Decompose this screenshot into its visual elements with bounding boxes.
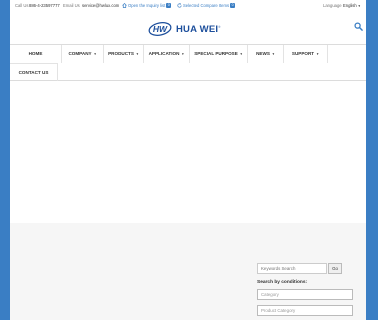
nav-label-special-purpose: SPECIAL PURPOSE — [194, 51, 238, 56]
chevron-down-icon: ▼ — [316, 52, 320, 56]
hua-wei-logo-mark: HW — [148, 22, 172, 36]
logo-mark-text: HW — [153, 24, 168, 34]
chevron-down-icon: ▼ — [181, 52, 185, 56]
email-address[interactable]: service@hwlux.com — [82, 0, 119, 12]
chevron-down-icon: ▼ — [357, 4, 361, 8]
call-us-label: Call Us — [15, 3, 29, 8]
category-select[interactable]: Category — [257, 289, 353, 300]
inquiry-home-icon — [122, 3, 127, 9]
chevron-down-icon: ▼ — [135, 52, 139, 56]
nav-label-company: COMPANY — [68, 51, 92, 56]
top-bar: Call Us 886-4-23597777 Email Us service@… — [10, 0, 366, 12]
search-by-conditions-label: Search by conditions: — [257, 280, 308, 285]
page-container: Call Us 886-4-23597777 Email Us service@… — [10, 0, 366, 320]
nav-label-products: PRODUCTS — [108, 51, 134, 56]
compare-items-link[interactable]: Selected Compare Items 0 — [177, 0, 236, 12]
main-content-area — [10, 81, 366, 223]
product-category-select[interactable]: Product Category — [257, 305, 353, 316]
nav-item-company[interactable]: COMPANY ▼ — [62, 45, 104, 63]
language-select[interactable]: English▼ — [343, 0, 361, 12]
phone-number[interactable]: 886-4-23597777 — [29, 0, 60, 12]
compare-refresh-icon — [177, 3, 182, 8]
go-button[interactable]: Go — [328, 263, 342, 274]
product-search-sidebar: Go Search by conditions: Category Produc… — [254, 257, 366, 320]
main-navigation: HOME COMPANY ▼ PRODUCTS ▼ APPLICATION ▼ SPE… — [10, 44, 366, 81]
nav-item-home[interactable]: HOME — [10, 45, 62, 63]
nav-item-support[interactable]: SUPPORT ▼ — [284, 45, 328, 63]
compare-count-badge: 0 — [230, 3, 236, 9]
nav-item-application[interactable]: APPLICATION ▼ — [144, 45, 190, 63]
site-logo[interactable]: HW HUA WEI® — [148, 19, 221, 39]
nav-label-support: SUPPORT — [291, 51, 315, 56]
language-value: English — [343, 3, 357, 8]
logo-wordmark: HUA WEI — [176, 23, 219, 35]
nav-item-news[interactable]: NEWS ▼ — [248, 45, 284, 63]
keywords-search-input[interactable] — [257, 263, 327, 274]
logo-text: HUA WEI® — [176, 23, 221, 35]
nav-label-contact-us: CONTACT US — [18, 70, 49, 75]
category-select-text: Category — [261, 292, 279, 297]
nav-item-contact-us[interactable]: CONTACT US — [10, 63, 58, 81]
chevron-down-icon: ▼ — [239, 52, 243, 56]
chevron-down-icon: ▼ — [271, 52, 275, 56]
chevron-down-icon: ▼ — [93, 52, 97, 56]
search-icon[interactable] — [354, 22, 363, 31]
nav-label-application: APPLICATION — [148, 51, 180, 56]
inquiry-list-label: Open the Inquiry list — [128, 3, 166, 8]
nav-item-products[interactable]: PRODUCTS ▼ — [104, 45, 144, 63]
inquiry-count-badge: 0 — [166, 3, 172, 9]
nav-item-special-purpose[interactable]: SPECIAL PURPOSE ▼ — [190, 45, 248, 63]
inquiry-list-link[interactable]: Open the Inquiry list 0 — [122, 0, 172, 12]
language-label: Language — [323, 3, 342, 8]
nav-label-home: HOME — [28, 51, 43, 56]
nav-label-news: NEWS — [256, 51, 270, 56]
product-category-select-text: Product Category — [261, 308, 296, 313]
compare-items-label: Selected Compare Items — [183, 3, 230, 8]
email-us-label: Email Us — [63, 3, 80, 8]
